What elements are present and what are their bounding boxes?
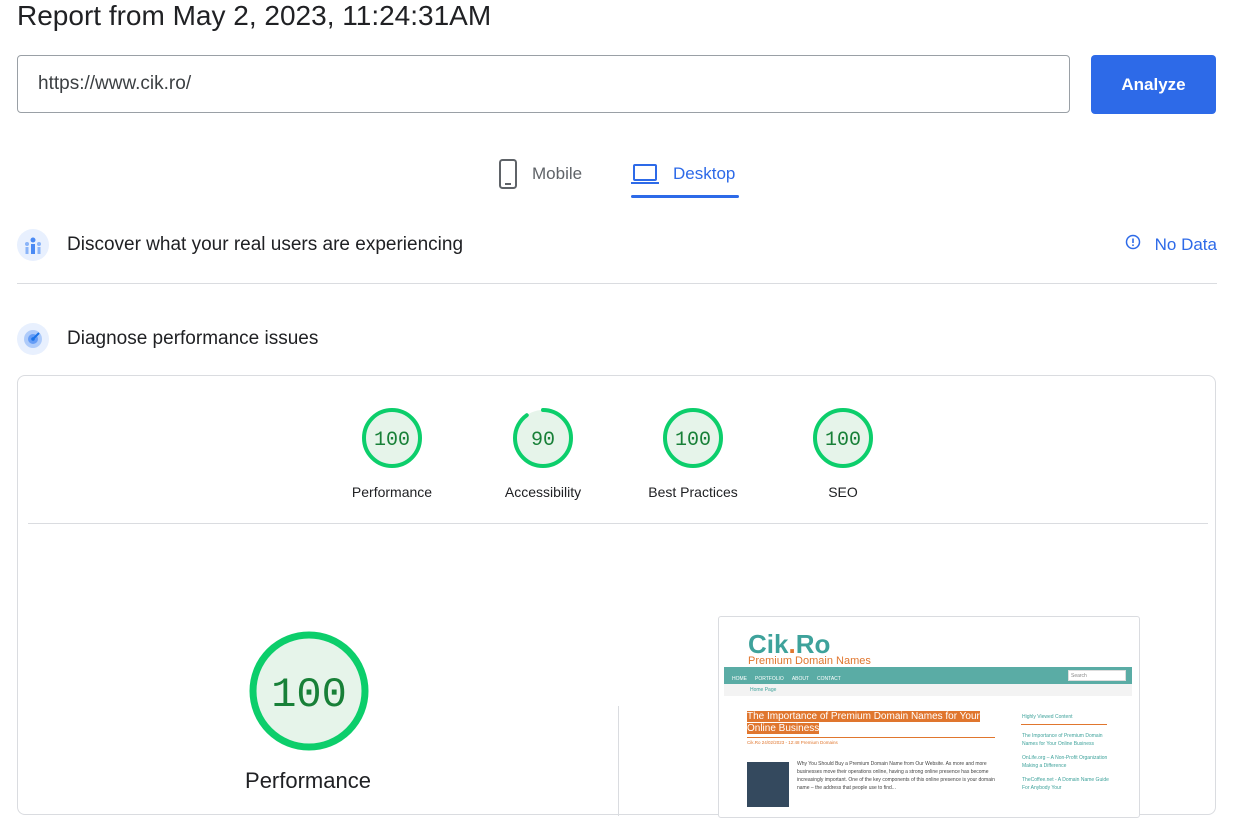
report-title: Report from May 2, 2023, 11:24:31AM — [17, 0, 492, 31]
score-value: 90 — [531, 429, 555, 452]
tab-mobile-label: Mobile — [532, 164, 583, 183]
tab-mobile[interactable]: Mobile — [498, 150, 582, 198]
gauge-label: Performance — [351, 484, 433, 500]
lighthouse-report-card: 100 Performance 90 Accessibility 100 Bes… — [17, 375, 1216, 818]
score-ring: 100 — [813, 408, 873, 468]
preview-breadcrumb: Home Page — [724, 684, 1132, 696]
vertical-divider — [618, 706, 619, 816]
preview-tagline: Premium Domain Names — [748, 655, 871, 667]
lab-data-title: Diagnose performance issues — [67, 328, 319, 349]
info-icon — [1125, 234, 1141, 255]
page-screenshot-preview: Cik.Ro Premium Domain Names HOME PORTFOLI… — [718, 616, 1140, 818]
section-divider — [17, 283, 1217, 284]
card-divider — [28, 523, 1208, 524]
preview-sidebar: The Importance of Premium Domain Names f… — [1022, 733, 1109, 791]
gauge-best-practices[interactable]: 100 Best Practices — [633, 406, 753, 500]
category-gauges: 100 Performance 90 Accessibility 100 Bes… — [18, 406, 1215, 506]
gauge-label: SEO — [828, 484, 858, 500]
score-ring: 100 — [663, 408, 723, 468]
preview-body: Why You Should Buy a Premium Domain Name… — [797, 761, 995, 791]
gauge-label: Best Practices — [648, 484, 738, 500]
tab-desktop-label: Desktop — [673, 164, 736, 183]
preview-thumbnail — [747, 762, 789, 807]
device-tabs: Mobile Desktop — [0, 150, 1247, 200]
score-ring: 90 — [513, 408, 573, 468]
preview-meta: Cik.Ro 24/02/2023 - 12:48 Premium Domain… — [747, 740, 838, 745]
score-value: 100 — [675, 429, 711, 452]
users-chart-icon — [17, 229, 49, 261]
no-data-link[interactable]: No Data — [1125, 234, 1217, 255]
score-value: 100 — [374, 429, 410, 452]
performance-main-gauge: 100 — [249, 631, 369, 751]
field-data-title: Discover what your real users are experi… — [67, 234, 464, 255]
preview-headline: The Importance of Premium Domain Names f… — [747, 711, 980, 734]
url-input[interactable] — [17, 55, 1070, 113]
gauge-performance[interactable]: 100 Performance — [332, 406, 452, 500]
gauge-icon — [17, 323, 49, 355]
laptop-icon — [631, 163, 659, 185]
preview-nav: HOME PORTFOLIO ABOUT CONTACT Search — [724, 667, 1132, 684]
tab-desktop[interactable]: Desktop — [631, 150, 735, 198]
preview-sidebar-rule — [1021, 724, 1107, 725]
lab-data-section: Diagnose performance issues — [17, 322, 1217, 356]
active-tab-indicator — [631, 195, 739, 198]
preview-search: Search — [1068, 670, 1126, 681]
gauge-accessibility[interactable]: 90 Accessibility — [483, 406, 603, 500]
main-score-value: 100 — [271, 671, 347, 719]
no-data-label: No Data — [1154, 234, 1217, 254]
main-score-label: Performance — [245, 768, 371, 793]
gauge-seo[interactable]: 100 SEO — [783, 406, 903, 500]
gauge-label: Accessibility — [504, 484, 582, 500]
score-ring: 100 — [362, 408, 422, 468]
field-data-section: Discover what your real users are experi… — [17, 228, 1217, 262]
phone-icon — [498, 159, 518, 189]
preview-sidebar-title: Highly Viewed Content — [1022, 714, 1073, 720]
preview-rule — [747, 737, 995, 738]
analyze-button[interactable]: Analyze — [1091, 55, 1216, 114]
score-value: 100 — [825, 429, 861, 452]
